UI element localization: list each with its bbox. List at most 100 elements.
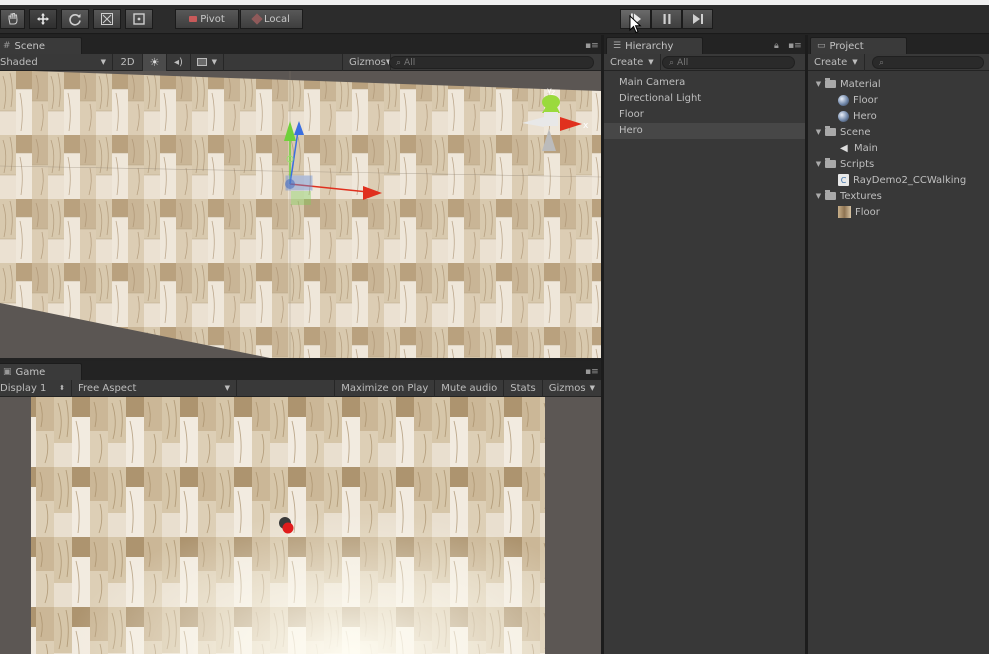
texture-thumbnail-icon <box>838 206 851 218</box>
expand-arrow-icon[interactable]: ▼ <box>814 192 823 201</box>
scene-tabbar: # Scene ▪≡ <box>0 35 601 54</box>
pause-button[interactable] <box>651 9 682 29</box>
scene-control-bar: Shaded ▼ 2D ☀ ◂) ▼ Gizmos ▼ ⌕ All <box>0 53 601 71</box>
expand-arrow-icon[interactable]: ▼ <box>814 128 823 137</box>
expand-arrow-icon[interactable]: ▼ <box>814 160 823 169</box>
tab-game[interactable]: ▣ Game <box>0 363 82 380</box>
gizmos-label: Gizmos <box>349 56 386 68</box>
unity-scene-icon: ◀ <box>840 142 848 154</box>
axis-x-label: x <box>583 121 589 131</box>
project-create-dropdown[interactable]: Create ▼ <box>808 53 865 71</box>
mode-2d-toggle[interactable]: 2D <box>113 53 143 71</box>
hierarchy-tabbar: ☰ Hierarchy 🔒︎ ▪≡ <box>604 35 805 54</box>
project-search-input[interactable]: ⌕ <box>872 56 984 69</box>
hierarchy-control-bar: Create ▼ ⌕ All <box>604 53 805 71</box>
effects-dropdown[interactable]: ▼ <box>191 53 224 71</box>
aspect-dropdown[interactable]: Free Aspect ▼ <box>72 379 237 397</box>
project-asset-floor-texture[interactable]: Floor <box>808 204 989 220</box>
dropdown-arrow-icon: ▼ <box>224 384 230 392</box>
aspect-value: Free Aspect <box>78 382 137 394</box>
scene-tab-label: Scene <box>14 40 46 52</box>
tab-project[interactable]: ▭ Project <box>810 37 907 54</box>
tree-label: Floor <box>853 94 878 106</box>
audio-toggle[interactable]: ◂) <box>167 53 191 71</box>
folder-icon <box>825 78 836 88</box>
pivot-toggle[interactable]: Pivot <box>175 9 239 29</box>
lock-icon[interactable]: 🔒︎ <box>774 41 784 51</box>
display-dropdown[interactable]: Display 1 ⬍ <box>0 379 72 397</box>
draw-mode-value: Shaded <box>0 56 38 68</box>
panel-menu-icon[interactable]: ▪≡ <box>585 41 599 51</box>
rect-tool-icon[interactable] <box>125 9 153 29</box>
project-folder-scene[interactable]: ▼ Scene <box>808 124 989 140</box>
display-value: Display 1 <box>0 382 47 394</box>
tab-hierarchy[interactable]: ☰ Hierarchy <box>606 37 703 54</box>
scene-view[interactable]: y z x <box>0 71 601 358</box>
hand-tool-icon[interactable] <box>0 9 25 29</box>
scale-tool-icon[interactable] <box>93 9 121 29</box>
project-asset-script[interactable]: C RayDemo2_CCWalking <box>808 172 989 188</box>
rotate-tool-icon[interactable] <box>61 9 89 29</box>
hierarchy-create-dropdown[interactable]: Create ▼ <box>604 53 661 71</box>
search-icon: ⌕ <box>396 57 402 68</box>
scene-search-input[interactable]: ⌕ All <box>389 56 594 69</box>
tree-label: RayDemo2_CCWalking <box>853 174 967 186</box>
hierarchy-item-floor[interactable]: Floor <box>604 107 805 123</box>
game-tab-label: Game <box>15 366 46 378</box>
hierarchy-item-hero[interactable]: Hero <box>604 123 805 139</box>
game-tab-icon: ▣ <box>3 367 12 377</box>
main-toolbar: Pivot Local <box>0 5 989 34</box>
project-folder-textures[interactable]: ▼ Textures <box>808 188 989 204</box>
search-placeholder: All <box>677 57 689 68</box>
game-control-bar: Display 1 ⬍ Free Aspect ▼ Maximize on Pl… <box>0 379 601 397</box>
folder-icon <box>825 190 836 200</box>
hierarchy-item-directional-light[interactable]: Directional Light <box>604 91 805 107</box>
stepper-arrows-icon: ⬍ <box>59 384 65 392</box>
search-placeholder: All <box>404 57 416 68</box>
mouse-cursor-icon <box>629 15 642 34</box>
folder-tab-icon: ▭ <box>817 41 826 51</box>
step-icon <box>692 14 703 24</box>
project-asset-main-scene[interactable]: ◀ Main <box>808 140 989 156</box>
step-button[interactable] <box>682 9 713 29</box>
lighting-toggle[interactable]: ☀ <box>143 53 167 71</box>
project-folder-scripts[interactable]: ▼ Scripts <box>808 156 989 172</box>
project-asset-floor-material[interactable]: Floor <box>808 92 989 108</box>
hierarchy-item-main-camera[interactable]: Main Camera <box>604 75 805 91</box>
panel-menu-icon[interactable]: ▪≡ <box>788 41 802 51</box>
local-label: Local <box>264 13 290 25</box>
folder-icon <box>825 158 836 168</box>
tree-label: Textures <box>840 190 882 202</box>
stats-toggle[interactable]: Stats <box>504 379 543 397</box>
move-tool-icon[interactable] <box>29 9 57 29</box>
search-icon: ⌕ <box>669 57 675 68</box>
csharp-script-icon: C <box>838 174 849 186</box>
stats-label: Stats <box>510 382 536 394</box>
local-toggle[interactable]: Local <box>240 9 303 29</box>
game-view[interactable] <box>0 397 601 654</box>
expand-arrow-icon[interactable]: ▼ <box>814 80 823 89</box>
hierarchy-tab-label: Hierarchy <box>625 40 674 52</box>
draw-mode-dropdown[interactable]: Shaded ▼ <box>0 53 113 71</box>
pivot-icon <box>189 16 198 22</box>
hierarchy-search-input[interactable]: ⌕ All <box>662 56 795 69</box>
mute-audio-toggle[interactable]: Mute audio <box>435 379 505 397</box>
gizmos-label: Gizmos <box>548 382 586 394</box>
hierarchy-list: Main Camera Directional Light Floor Hero <box>604 71 805 654</box>
dropdown-arrow-icon: ▼ <box>852 58 858 66</box>
scene-gizmos-dropdown[interactable]: Gizmos ▼ <box>342 53 391 71</box>
maximize-on-play-toggle[interactable]: Maximize on Play <box>334 379 436 397</box>
dropdown-arrow-icon: ▼ <box>589 384 595 392</box>
tree-label: Scripts <box>840 158 875 170</box>
project-folder-material[interactable]: ▼ Material <box>808 76 989 92</box>
project-asset-hero-material[interactable]: Hero <box>808 108 989 124</box>
scene-tab-icon: # <box>3 41 11 51</box>
panel-menu-icon[interactable]: ▪≡ <box>585 367 599 377</box>
tab-scene[interactable]: # Scene <box>0 37 82 54</box>
floor-plane <box>0 71 601 358</box>
folder-icon <box>825 126 836 136</box>
tree-label: Main <box>854 142 878 154</box>
game-gizmos-dropdown[interactable]: Gizmos ▼ <box>543 380 601 397</box>
material-sphere-icon <box>838 110 849 122</box>
create-label: Create <box>610 56 644 68</box>
